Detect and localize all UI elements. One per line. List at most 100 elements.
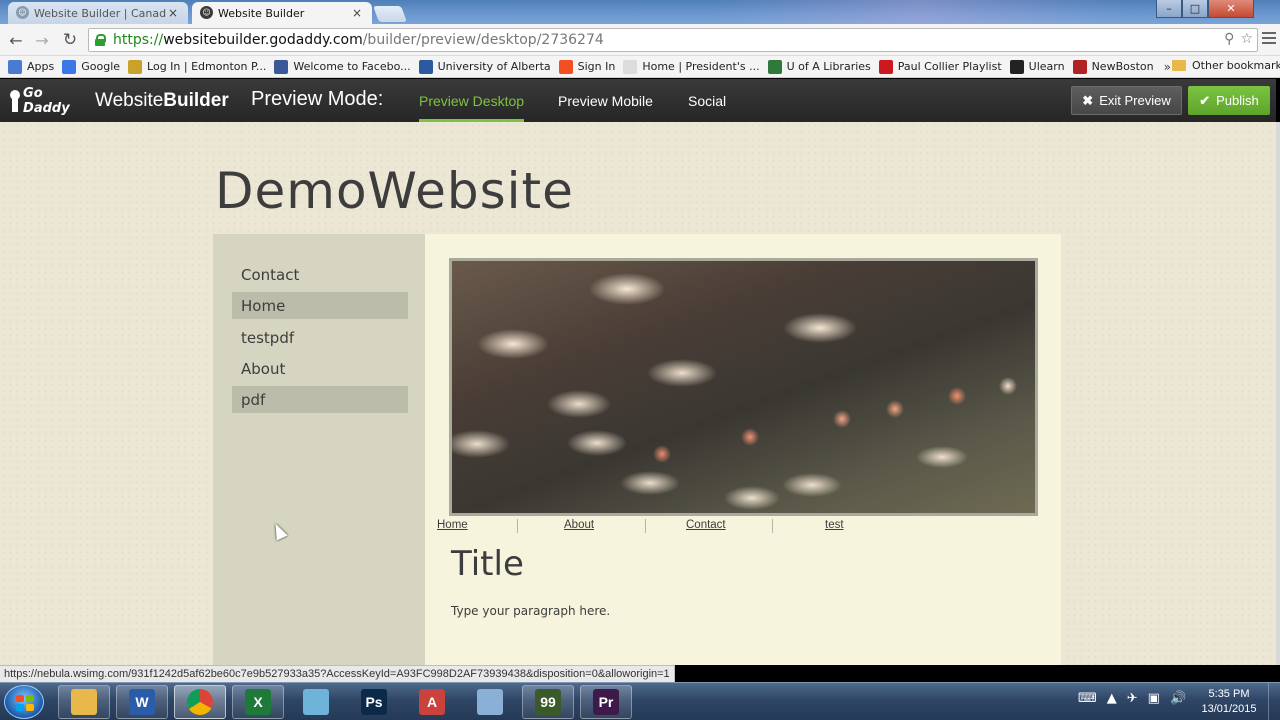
godaddy-builder-bar: Go Daddy WebsiteBuilder Preview Mode: Pr… xyxy=(0,79,1276,122)
taskbar-app-excel[interactable]: X xyxy=(232,685,284,719)
start-button[interactable] xyxy=(4,685,44,719)
bookmark-apps[interactable]: Apps xyxy=(8,59,54,74)
bookmark-star-icon[interactable]: ☆ xyxy=(1240,31,1253,47)
taskbar-app-notepad[interactable] xyxy=(290,685,342,719)
taskbar-app-calculator[interactable] xyxy=(464,685,516,719)
window-close-button[interactable]: ✕ xyxy=(1208,0,1254,18)
tab-social[interactable]: Social xyxy=(688,93,726,109)
system-clock[interactable]: 5:35 PM 13/01/2015 xyxy=(1196,687,1262,717)
zoom-icon[interactable]: ⚲ xyxy=(1224,31,1234,47)
library-icon xyxy=(128,59,143,74)
browser-tab-website-builder-canadian[interactable]: ☺ Website Builder | Canadian × xyxy=(8,2,188,24)
tab-preview-desktop[interactable]: Preview Desktop xyxy=(419,93,525,122)
site-sidebar: Contact Home testpdf About pdf xyxy=(213,234,425,665)
preview-mode-label: Preview Mode: xyxy=(251,88,384,110)
bookmark-label: Sign In xyxy=(577,60,616,73)
other-bookmarks-label: Other bookmark xyxy=(1192,59,1280,72)
bookmark-log-in-edmonton-p[interactable]: Log In | Edmonton P... xyxy=(128,59,267,74)
subnav-divider xyxy=(645,519,646,533)
calculator-icon xyxy=(477,689,503,715)
bookmark-label: Welcome to Facebo... xyxy=(293,60,411,73)
exit-preview-button[interactable]: ✖ Exit Preview xyxy=(1071,86,1182,115)
bookmark-google[interactable]: Google xyxy=(62,59,121,74)
address-bar[interactable]: https://websitebuilder.godaddy.com/build… xyxy=(88,28,1258,52)
subnav-about[interactable]: About xyxy=(564,519,594,533)
forward-arrow-icon[interactable]: → xyxy=(32,30,52,50)
url-host: websitebuilder.godaddy.com xyxy=(163,32,363,48)
page-scrollbar[interactable] xyxy=(1276,122,1280,665)
app-glyph: 99 xyxy=(540,694,556,710)
bookmark-label: University of Alberta xyxy=(437,60,551,73)
taskbar-app-task-manager[interactable]: 99 xyxy=(522,685,574,719)
tab-preview-mobile[interactable]: Preview Mobile xyxy=(558,93,653,109)
tray-expand-icon[interactable]: ▲ xyxy=(1107,691,1117,706)
keyboard-icon[interactable]: ⌨ xyxy=(1078,691,1097,706)
excel-icon: X xyxy=(245,689,271,715)
new-tab-button[interactable] xyxy=(373,6,407,22)
tab-label: Website Builder | Canadian xyxy=(34,6,166,20)
bookmark-paul-collier-playlist[interactable]: Paul Collier Playlist xyxy=(878,59,1002,74)
bookmarks-overflow-icon[interactable]: » xyxy=(1164,60,1171,74)
hero-image-bokeh-lights xyxy=(449,258,1038,516)
reload-icon[interactable]: ↻ xyxy=(60,30,80,50)
other-bookmarks-folder[interactable]: Other bookmark xyxy=(1172,59,1280,72)
bookmark-ulearn[interactable]: Ulearn xyxy=(1009,59,1065,74)
app-glyph: X xyxy=(253,694,263,710)
back-arrow-icon[interactable]: ← xyxy=(6,30,26,50)
site-nav-testpdf[interactable]: testpdf xyxy=(232,324,408,351)
godaddy-icon: ☺ xyxy=(16,6,29,19)
bookmark-newboston[interactable]: NewBoston xyxy=(1072,59,1154,74)
godaddy-logo[interactable]: Go Daddy xyxy=(8,86,84,116)
maximize-button[interactable]: □ xyxy=(1182,0,1208,18)
bookmark-sign-in[interactable]: Sign In xyxy=(558,59,616,74)
minimize-button[interactable]: – xyxy=(1156,0,1182,18)
bookmark-university-of-alberta[interactable]: University of Alberta xyxy=(418,59,551,74)
pen-icon xyxy=(303,689,329,715)
bookmark-welcome-to-facebo[interactable]: Welcome to Facebo... xyxy=(274,59,411,74)
app-glyph: W xyxy=(135,694,149,710)
volume-icon[interactable]: 🔊 xyxy=(1170,691,1186,706)
bookmark-label: Log In | Edmonton P... xyxy=(147,60,267,73)
close-icon: ✖ xyxy=(1082,92,1094,108)
windows-logo-icon xyxy=(16,695,34,711)
site-title: DemoWebsite xyxy=(215,162,574,220)
site-main-content: Home About Contact test Title Type your … xyxy=(425,234,1061,665)
site-subnav: Home About Contact test xyxy=(437,519,1037,533)
taskbar-app-word[interactable]: W xyxy=(116,685,168,719)
app-glyph: Ps xyxy=(365,694,383,710)
apps-grid-icon xyxy=(8,59,22,74)
taskbar-app-photoshop[interactable]: Ps xyxy=(348,685,400,719)
subnav-home[interactable]: Home xyxy=(437,519,468,533)
taskbar-app-chrome[interactable] xyxy=(174,685,226,719)
system-tray: ⌨ ▲ ✈ ▣ 🔊 xyxy=(1078,691,1186,706)
youtube-icon xyxy=(878,59,893,74)
url-path: /builder/preview/desktop/2736274 xyxy=(362,32,604,48)
bookmark-home-president-s[interactable]: Home | President's ... xyxy=(623,59,760,74)
app-glyph: Pr xyxy=(598,694,614,710)
site-nav-contact[interactable]: Contact xyxy=(232,261,408,288)
bookmark-label: NewBoston xyxy=(1091,60,1154,73)
publish-button[interactable]: ✔ Publish xyxy=(1188,86,1270,115)
site-nav-pdf[interactable]: pdf xyxy=(232,386,408,413)
url-scheme: https:// xyxy=(113,32,164,48)
site-nav-about[interactable]: About xyxy=(232,355,408,382)
facebook-icon xyxy=(274,59,289,74)
browser-tab-website-builder[interactable]: ☺ Website Builder × xyxy=(192,2,372,24)
bookmark-u-of-a-libraries[interactable]: U of A Libraries xyxy=(767,59,871,74)
site-nav-home[interactable]: Home xyxy=(232,292,408,319)
taskbar-app-explorer[interactable] xyxy=(58,685,110,719)
status-bar-url: https://nebula.wsimg.com/931f1242d5af62b… xyxy=(0,665,675,682)
windows-taskbar: ⌨ ▲ ✈ ▣ 🔊 5:35 PM 13/01/2015 W X Ps A 99 Pr xyxy=(0,682,1280,720)
close-icon[interactable]: × xyxy=(350,6,364,20)
chrome-menu-icon[interactable] xyxy=(1262,32,1276,46)
close-icon[interactable]: × xyxy=(166,6,180,20)
bookmark-label: Google xyxy=(81,60,121,73)
network-icon[interactable]: ▣ xyxy=(1148,691,1160,706)
pin-icon[interactable]: ✈ xyxy=(1127,691,1138,706)
subnav-test[interactable]: test xyxy=(825,519,844,533)
taskbar-app-premiere[interactable]: Pr xyxy=(580,685,632,719)
taskbar-app-access[interactable]: A xyxy=(406,685,458,719)
bookmark-label: Paul Collier Playlist xyxy=(897,60,1002,73)
show-desktop-button[interactable] xyxy=(1268,683,1280,720)
subnav-contact[interactable]: Contact xyxy=(686,519,726,533)
